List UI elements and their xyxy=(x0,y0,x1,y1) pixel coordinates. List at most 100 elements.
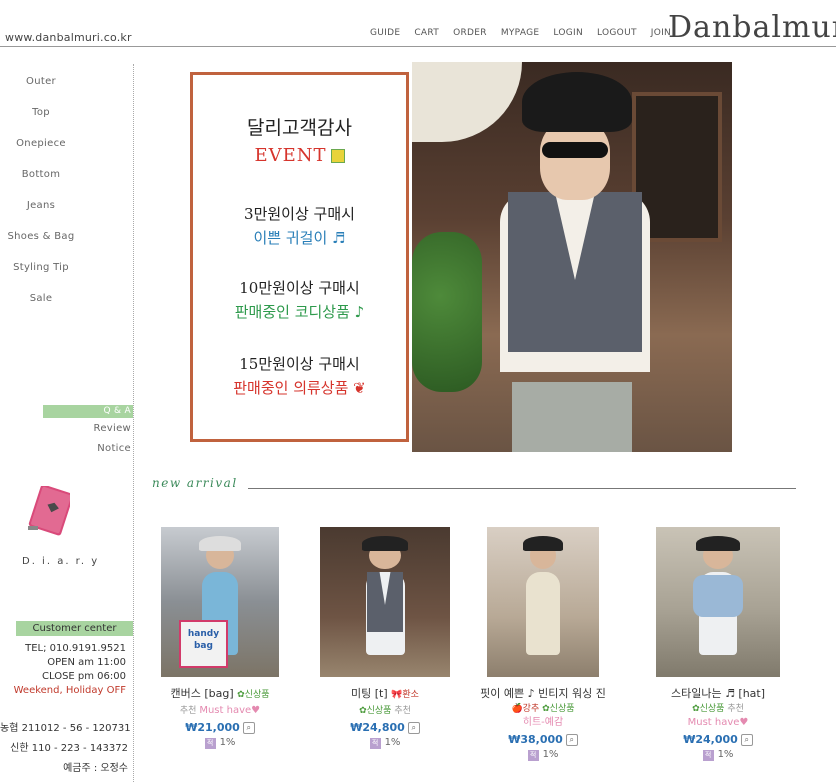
product-price: ₩38,000 ⌕ xyxy=(463,733,623,746)
cs-tel: TEL; 010.9191.9521 xyxy=(25,643,126,654)
figure-hat xyxy=(522,536,564,551)
bow-tag: 🎀환소 xyxy=(391,690,419,700)
point-icon: 적 xyxy=(702,750,714,761)
product-image[interactable]: handy bag xyxy=(161,527,279,677)
figure-denim-jacket xyxy=(693,575,743,617)
bank-line-2: 신한 110 - 223 - 143372 xyxy=(10,743,128,754)
recommend-tag: 추천 xyxy=(179,706,197,716)
product-price: ₩24,000 ⌕ xyxy=(638,733,798,746)
category-onepiece[interactable]: Onepiece xyxy=(0,138,82,169)
bank-holder: 예금주 : 오정수 xyxy=(63,763,128,774)
event-gift-3: 판매중인 의류상품 ❦ xyxy=(233,379,366,397)
site-logo[interactable]: Danbalmuri xyxy=(668,10,836,45)
category-bottom[interactable]: Bottom xyxy=(0,169,82,200)
hero-face xyxy=(540,120,610,200)
event-title: 달리고객감사 xyxy=(247,117,352,139)
gift-icon xyxy=(330,149,345,163)
category-outer[interactable]: Outer xyxy=(0,76,82,107)
nav-cart[interactable]: CART xyxy=(414,28,439,38)
product-point: 적 1% xyxy=(638,749,798,761)
product-tags: ✿신상품 추천 xyxy=(305,704,465,718)
event-tier-3: 15만원이상 구매시 xyxy=(239,355,360,373)
hero-umbrella xyxy=(412,62,522,142)
new-tag: ✿신상품 xyxy=(237,690,270,700)
category-shoes-bag[interactable]: Shoes & Bag xyxy=(0,231,82,262)
zoom-icon[interactable]: ⌕ xyxy=(740,734,753,746)
product-point: 적 1% xyxy=(463,749,623,761)
figure-hat xyxy=(361,536,409,551)
nav-login[interactable]: LOGIN xyxy=(553,28,583,38)
event-banner[interactable]: 달리고객감사 EVENT 3만원이상 구매시 이쁜 귀걸이 ♬ 10만원이상 구… xyxy=(190,72,409,442)
zoom-icon[interactable]: ⌕ xyxy=(407,722,420,734)
board-notice[interactable]: Notice xyxy=(43,443,133,463)
product-card[interactable]: 미팅 [t] 🎀환소 ✿신상품 추천 ₩24,800 ⌕ 적 1% xyxy=(305,527,465,749)
new-tag: ✿신상품 xyxy=(692,704,725,714)
category-jeans[interactable]: Jeans xyxy=(0,200,82,231)
category-top[interactable]: Top xyxy=(0,107,82,138)
cs-holiday: Weekend, Holiday OFF xyxy=(13,685,126,696)
zoom-icon[interactable]: ⌕ xyxy=(242,722,255,734)
nav-guide[interactable]: GUIDE xyxy=(370,28,400,38)
zoom-icon[interactable]: ⌕ xyxy=(565,734,578,746)
diary-label[interactable]: D. i. a. r. y xyxy=(22,556,99,567)
must-have-tag: Must have♥ xyxy=(687,717,749,728)
diary-icon[interactable] xyxy=(24,486,70,538)
hot-tag: 🍎강추 xyxy=(511,704,540,714)
new-tag: ✿신상품 xyxy=(542,704,575,714)
point-icon: 적 xyxy=(204,738,216,749)
customer-center-title: Customer center xyxy=(16,621,133,636)
bank-line-1: 농협 211012 - 56 - 120731 xyxy=(0,723,131,734)
event-gift-1: 이쁜 귀걸이 ♬ xyxy=(253,229,346,247)
product-image[interactable] xyxy=(656,527,780,677)
new-arrival-divider xyxy=(248,488,796,489)
nav-logout[interactable]: LOGOUT xyxy=(597,28,637,38)
handy-bag: handy bag xyxy=(178,620,229,668)
event-tier-1: 3만원이상 구매시 xyxy=(244,205,355,223)
product-tags: ✿신상품 추천 Must have♥ xyxy=(638,702,798,730)
product-point: 적 1% xyxy=(305,737,465,749)
product-price: ₩24,800 ⌕ xyxy=(305,721,465,734)
product-name[interactable]: 스타일나는 ♬ [hat] xyxy=(638,685,798,702)
product-tags: 🍎강추 ✿신상품히트-예감 xyxy=(463,702,623,730)
board-review[interactable]: Review xyxy=(43,423,133,443)
new-arrival-title: new arrival xyxy=(152,476,238,490)
product-tags: 추천 Must have♥ xyxy=(140,704,300,718)
product-card[interactable]: 핏이 예쁜 ♪ 빈티지 워싱 진 🍎강추 ✿신상품 히트-예감 ₩38,000 ⌕ … xyxy=(463,527,623,761)
figure-body xyxy=(526,572,560,655)
category-styling-tip[interactable]: Styling Tip xyxy=(0,262,82,293)
new-tag: ✿신상품 xyxy=(359,706,392,716)
product-name[interactable]: 핏이 예쁜 ♪ 빈티지 워싱 진 xyxy=(463,685,623,702)
figure-hat xyxy=(695,536,741,551)
product-name[interactable]: 미팅 [t] 🎀환소 xyxy=(305,685,465,704)
product-name[interactable]: 캔버스 [bag] ✿신상품 xyxy=(140,685,300,704)
product-price: ₩21,000 ⌕ xyxy=(140,721,300,734)
category-sale[interactable]: Sale xyxy=(0,293,82,324)
product-card[interactable]: handy bag 캔버스 [bag] ✿신상품 추천 Must have♥ ₩2… xyxy=(140,527,300,749)
board-links: Q & A Review Notice xyxy=(43,405,133,463)
sidebar-divider xyxy=(133,64,134,782)
must-have-tag: Must have♥ xyxy=(199,705,261,716)
product-image[interactable] xyxy=(487,527,599,677)
customer-center-info: TEL; 010.9191.9521 OPEN am 11:00 CLOSE p… xyxy=(0,642,126,698)
hero-model-photo[interactable] xyxy=(412,62,732,452)
header-divider xyxy=(0,46,836,47)
cs-close: CLOSE pm 06:00 xyxy=(42,671,126,682)
cs-open: OPEN am 11:00 xyxy=(47,657,126,668)
nav-order[interactable]: ORDER xyxy=(453,28,487,38)
recommend-tag: 추천 xyxy=(394,706,411,716)
hero-pants xyxy=(512,382,632,452)
board-qa[interactable]: Q & A xyxy=(43,405,133,418)
hero-plant xyxy=(412,232,482,392)
product-image[interactable] xyxy=(320,527,450,677)
event-tier-2: 10만원이상 구매시 xyxy=(239,279,360,297)
hero-hat xyxy=(522,72,632,132)
event-label: EVENT xyxy=(193,145,406,166)
product-card[interactable]: 스타일나는 ♬ [hat] ✿신상품 추천 Must have♥ ₩24,000 ⌕… xyxy=(638,527,798,761)
figure-hat xyxy=(198,536,242,551)
point-icon: 적 xyxy=(369,738,381,749)
nav-mypage[interactable]: MYPAGE xyxy=(501,28,540,38)
recommend-tag: 추천 xyxy=(727,704,744,714)
bank-info: 농협 211012 - 56 - 120731 신한 110 - 223 - 1… xyxy=(0,719,131,779)
hit-tag: 히트-예감 xyxy=(522,717,564,728)
site-url[interactable]: www.danbalmuri.co.kr xyxy=(5,31,132,44)
